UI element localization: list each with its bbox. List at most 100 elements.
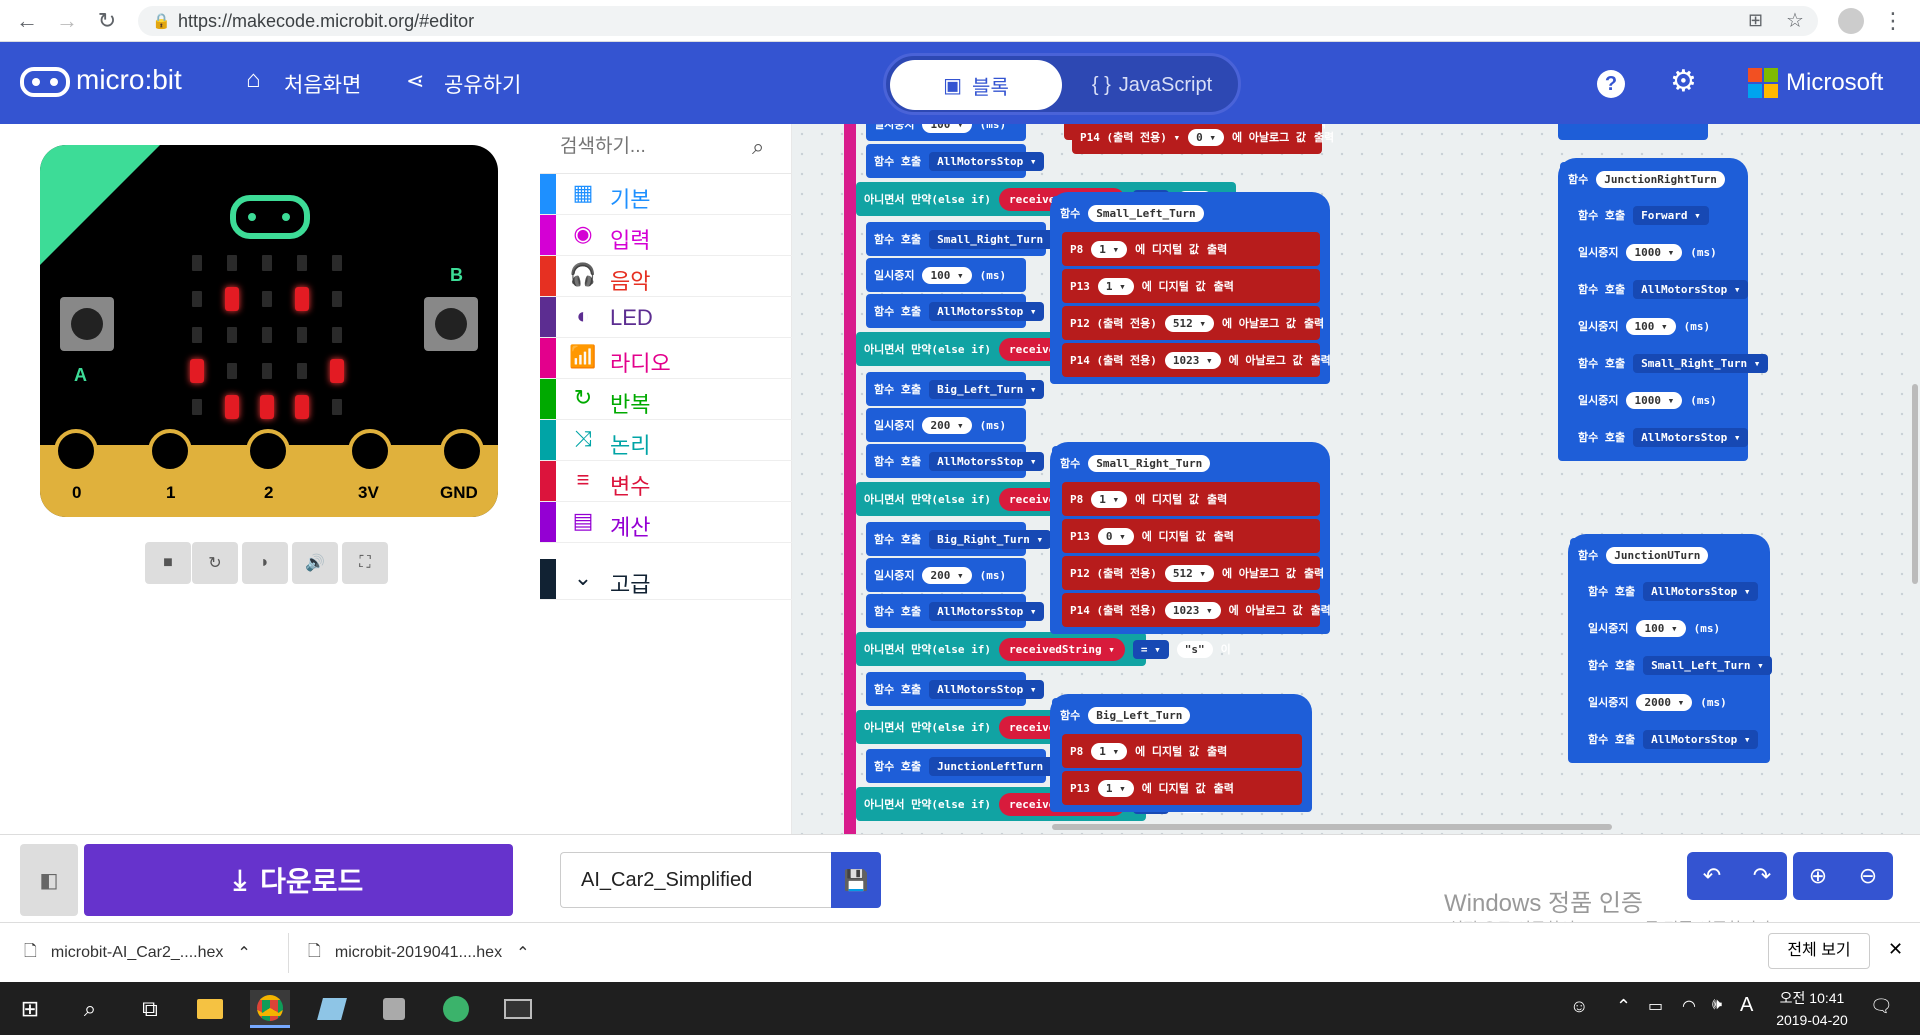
- code-block[interactable]: P8 1 ▾ 에 디지털 값 출력: [1062, 734, 1302, 768]
- toolbox-category[interactable]: ◉ 입력: [540, 215, 792, 256]
- workspace-scrollbar-h[interactable]: [1052, 824, 1612, 830]
- code-block[interactable]: 일시중지 200 ▾ (ms): [866, 408, 1026, 442]
- function-name-field[interactable]: Small_Right_Turn: [1088, 454, 1211, 472]
- function-name-field[interactable]: JunctionUTurn: [1606, 546, 1709, 564]
- block-dropdown[interactable]: Big_Right_Turn ▾: [929, 529, 1052, 549]
- block-dropdown[interactable]: Small_Left_Turn ▾: [1643, 655, 1772, 675]
- number-field[interactable]: 100 ▾: [1626, 317, 1676, 335]
- toolbox-category[interactable]: ↻ 반복: [540, 379, 792, 420]
- block-dropdown[interactable]: AllMotorsStop ▾: [1633, 279, 1749, 299]
- block-dropdown[interactable]: JunctionLeftTurn ▾: [929, 756, 1065, 776]
- toolbox-category[interactable]: ≡ 변수: [540, 461, 792, 502]
- number-field[interactable]: 0 ▾: [1097, 527, 1134, 545]
- app-icon[interactable]: [312, 990, 352, 1028]
- function-name-field[interactable]: Big_Left_Turn: [1088, 706, 1191, 724]
- code-block[interactable]: 함수 호출 AllMotorsStop ▾: [1570, 420, 1749, 454]
- ime-indicator[interactable]: A: [1740, 994, 1753, 1017]
- atom-icon[interactable]: [436, 990, 476, 1028]
- battery-icon[interactable]: ▭: [1648, 996, 1663, 1016]
- function-header[interactable]: 함수 Small_Right_Turn: [1052, 446, 1290, 480]
- code-block[interactable]: [1558, 124, 1708, 140]
- number-field[interactable]: 1023 ▾: [1164, 601, 1221, 619]
- file-explorer-icon[interactable]: [190, 990, 230, 1028]
- help-icon[interactable]: ?: [1597, 70, 1625, 98]
- share-icon[interactable]: ⋖: [406, 68, 424, 94]
- download-item[interactable]: 🗋 microbit-2019041....hex ⌃: [308, 931, 529, 975]
- toolbox-category[interactable]: 📶 라디오: [540, 338, 792, 379]
- task-view-icon[interactable]: ⧉: [130, 990, 170, 1028]
- block-dropdown[interactable]: Big_Left_Turn ▾: [929, 379, 1045, 399]
- code-block[interactable]: P13 1 ▾ 에 디지털 값 출력: [1062, 771, 1302, 805]
- function-name-field[interactable]: Small_Left_Turn: [1088, 204, 1204, 222]
- toolbox-category[interactable]: ◐ LED: [540, 297, 792, 338]
- function-header[interactable]: 함수 Small_Left_Turn: [1052, 196, 1290, 230]
- number-field[interactable]: 1 ▾: [1097, 779, 1134, 797]
- code-block[interactable]: P14 (출력 전용) 1023 ▾ 에 아날로그 값 출력: [1062, 593, 1331, 627]
- number-field[interactable]: 512 ▾: [1164, 314, 1214, 332]
- share-button[interactable]: 공유하기: [444, 69, 521, 99]
- settings-gear-icon[interactable]: ⚙: [1670, 64, 1697, 99]
- number-field[interactable]: 1 ▾: [1091, 240, 1128, 258]
- collapse-simulator-button[interactable]: ◧: [20, 844, 78, 916]
- toolbox-category[interactable]: ▤ 계산: [540, 502, 792, 543]
- zoom-out-button[interactable]: ⊖: [1859, 863, 1877, 889]
- pin-1-hole[interactable]: [148, 429, 192, 473]
- toolbox-category[interactable]: ⌄ 고급: [540, 559, 792, 600]
- profile-avatar[interactable]: [1838, 8, 1864, 34]
- close-icon[interactable]: ✕: [1888, 939, 1903, 960]
- number-field[interactable]: 100 ▾: [922, 266, 972, 284]
- block-dropdown[interactable]: Small_Right_Turn ▾: [929, 229, 1065, 249]
- windows-start-icon[interactable]: ⊞: [10, 990, 50, 1028]
- home-button[interactable]: 처음화면: [284, 69, 361, 99]
- forward-icon[interactable]: →: [54, 8, 80, 34]
- code-block[interactable]: P13 1 ▾ 에 디지털 값 출력: [1062, 269, 1320, 303]
- code-block[interactable]: 아니면서 만약(else if) receivedString ▾ = ▾ "s" 이: [856, 632, 1231, 666]
- zoom-in-button[interactable]: ⊕: [1809, 863, 1827, 889]
- button-a[interactable]: [60, 297, 114, 351]
- stop-button[interactable]: ■: [145, 542, 191, 584]
- block-dropdown[interactable]: Forward ▾: [1633, 205, 1709, 225]
- project-name-input[interactable]: AI_Car2_Simplified: [560, 852, 832, 908]
- code-block[interactable]: 일시중지 100 ▾ (ms): [1570, 309, 1738, 343]
- app-icon[interactable]: [374, 990, 414, 1028]
- code-block[interactable]: 함수 호출 AllMotorsStop ▾: [866, 672, 1045, 706]
- code-block[interactable]: 함수 호출 Small_Left_Turn ▾: [1580, 648, 1772, 682]
- code-block[interactable]: 일시중지 1000 ▾ (ms): [1570, 383, 1738, 417]
- notification-icon[interactable]: 🗨: [1870, 996, 1893, 1017]
- code-block[interactable]: 함수 호출 AllMotorsStop ▾: [866, 294, 1045, 328]
- chevron-up-icon[interactable]: ⌃: [237, 943, 250, 963]
- tab-blocks[interactable]: ▣ 블록: [890, 60, 1062, 110]
- block-dropdown[interactable]: AllMotorsStop ▾: [929, 601, 1045, 621]
- block-dropdown[interactable]: AllMotorsStop ▾: [929, 151, 1045, 171]
- number-field[interactable]: 512 ▾: [1164, 564, 1214, 582]
- number-field[interactable]: 200 ▾: [922, 566, 972, 584]
- bookmark-star-icon[interactable]: ☆: [1786, 8, 1804, 33]
- restart-button[interactable]: ↻: [192, 542, 238, 584]
- block-dropdown[interactable]: AllMotorsStop ▾: [929, 451, 1045, 471]
- chevron-up-icon[interactable]: ⌃: [1616, 996, 1631, 1017]
- block-dropdown[interactable]: AllMotorsStop ▾: [1643, 581, 1759, 601]
- people-icon[interactable]: ☺: [1570, 996, 1588, 1017]
- code-block[interactable]: 일시중지 100 ▾ (ms): [866, 258, 1026, 292]
- number-field[interactable]: 1 ▾: [1091, 742, 1128, 760]
- button-b[interactable]: [424, 297, 478, 351]
- code-block[interactable]: 함수 호출 Big_Left_Turn ▾: [866, 372, 1045, 406]
- back-icon[interactable]: ←: [14, 8, 40, 34]
- code-block[interactable]: 함수 호출 AllMotorsStop ▾: [866, 594, 1045, 628]
- code-block[interactable]: 함수 호출 AllMotorsStop ▾: [866, 444, 1045, 478]
- block-dropdown[interactable]: AllMotorsStop ▾: [929, 679, 1045, 699]
- pin-0-hole[interactable]: [54, 429, 98, 473]
- mute-button[interactable]: 🔊: [292, 542, 338, 584]
- code-block[interactable]: P12 (출력 전용) 512 ▾ 에 아날로그 값 출력: [1062, 556, 1324, 590]
- code-block[interactable]: 함수 호출 Big_Right_Turn ▾: [866, 522, 1052, 556]
- download-item[interactable]: 🗋 microbit-AI_Car2_....hex ⌃: [24, 931, 251, 975]
- toolbox-category[interactable]: ▦ 기본: [540, 174, 792, 215]
- number-field[interactable]: 1000 ▾: [1626, 243, 1683, 261]
- function-name-field[interactable]: JunctionRightTurn: [1596, 170, 1725, 188]
- function-header[interactable]: 함수 JunctionUTurn: [1570, 538, 1730, 572]
- operator-dropdown[interactable]: = ▾: [1132, 639, 1169, 659]
- search-icon[interactable]: ⌕: [752, 134, 764, 160]
- code-block[interactable]: 일시중지 1000 ▾ (ms): [1570, 235, 1738, 269]
- code-block[interactable]: P13 0 ▾ 에 디지털 값 출력: [1062, 519, 1320, 553]
- number-field[interactable]: 200 ▾: [922, 416, 972, 434]
